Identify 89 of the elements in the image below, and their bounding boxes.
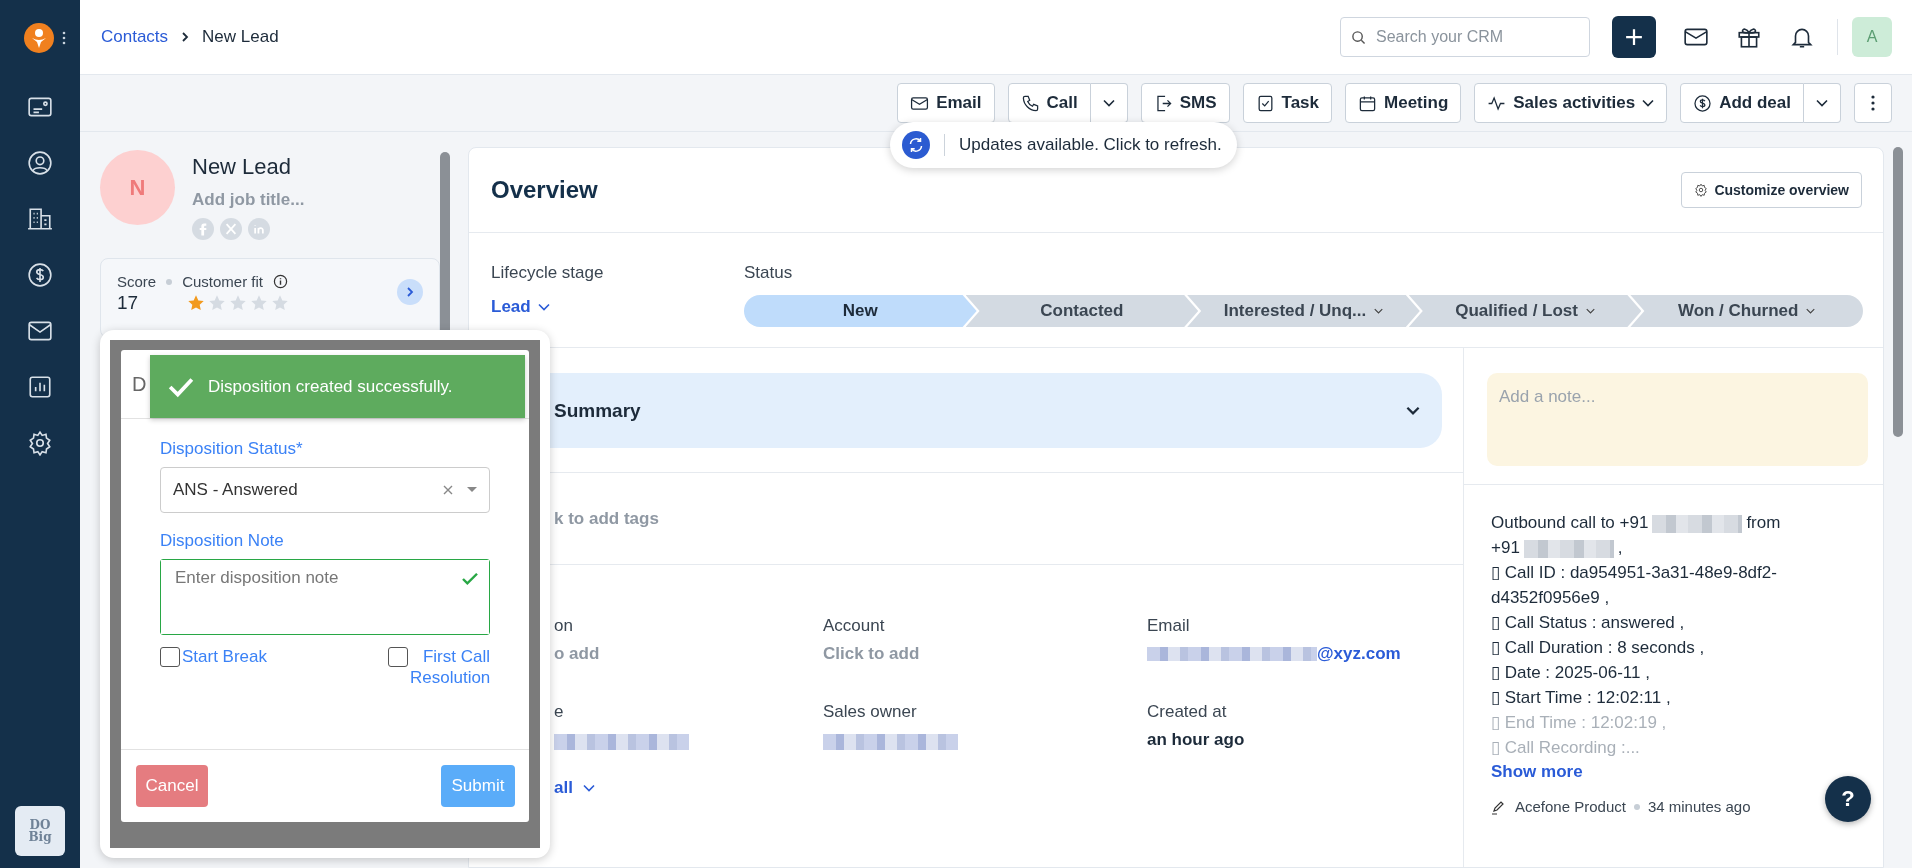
- dialog-title: D: [132, 372, 147, 396]
- field-value: an hour ago: [1147, 730, 1246, 750]
- field-label: on: [554, 616, 574, 636]
- status-step[interactable]: Won / Churned: [1630, 295, 1863, 327]
- score-label: Score: [117, 273, 157, 290]
- chevron-right-icon: [405, 286, 415, 298]
- settings-icon[interactable]: [27, 430, 53, 456]
- status-step[interactable]: Contacted: [965, 295, 1199, 327]
- contact-avatar: N: [100, 150, 175, 225]
- meeting-button[interactable]: Meeting: [1345, 83, 1462, 123]
- toast-text: Disposition created successfully.: [208, 376, 453, 397]
- field-label: Account: [823, 616, 886, 636]
- caret-icon: [1585, 308, 1595, 314]
- expand-button[interactable]: [397, 279, 423, 305]
- info-icon[interactable]: [273, 274, 289, 289]
- bar-chart-icon[interactable]: [27, 374, 53, 400]
- view-all-link[interactable]: all: [554, 778, 595, 798]
- star-icon: [208, 294, 226, 312]
- lifecycle-dropdown[interactable]: Lead: [491, 297, 550, 317]
- deal-button[interactable]: Add deal: [1680, 83, 1804, 123]
- show-more-link[interactable]: Show more: [1491, 762, 1583, 782]
- plus-icon: [1625, 28, 1643, 46]
- field-label: e: [554, 702, 565, 722]
- check-icon: [168, 375, 194, 398]
- activity-author: Acefone Product: [1515, 798, 1626, 815]
- logo-icon[interactable]: [24, 23, 54, 53]
- note-input[interactable]: Enter disposition note: [161, 560, 489, 634]
- caret-icon: [1374, 308, 1384, 314]
- caret-icon: [1806, 308, 1816, 314]
- building-icon[interactable]: [27, 206, 53, 232]
- call-button[interactable]: Call: [1007, 83, 1091, 123]
- refresh-icon: [902, 131, 930, 159]
- breadcrumb-current: New Lead: [202, 27, 279, 47]
- field-label: Created at: [1147, 702, 1228, 722]
- dropdown-icon[interactable]: [467, 487, 477, 493]
- customize-overview-button[interactable]: Customize overview: [1681, 172, 1862, 208]
- note-field[interactable]: Add a note...: [1487, 373, 1868, 466]
- star-icon: [229, 294, 247, 312]
- add-button[interactable]: [1612, 16, 1656, 58]
- settings-icon: [1694, 183, 1709, 197]
- status-step[interactable]: Interested / Unq...: [1187, 295, 1420, 327]
- field-label: Email: [1147, 616, 1191, 636]
- email-button[interactable]: Email: [897, 83, 995, 123]
- contact-name: New Lead: [192, 154, 293, 180]
- chevron-down-icon: [1406, 406, 1420, 415]
- checkbox[interactable]: [160, 647, 180, 667]
- caret-icon: [537, 303, 550, 311]
- calendar-icon: [1358, 93, 1378, 113]
- star-icon: [187, 294, 205, 312]
- task-button[interactable]: Task: [1242, 83, 1333, 123]
- dollar-icon[interactable]: [27, 262, 53, 288]
- score-value: 17: [117, 292, 140, 314]
- check-icon: [461, 572, 479, 586]
- user-icon[interactable]: [27, 150, 53, 176]
- status-select[interactable]: ANS - Answered: [160, 467, 490, 513]
- star-icon: [250, 294, 268, 312]
- search-icon: [1351, 29, 1366, 45]
- dollar-icon: [1693, 93, 1713, 113]
- kebab-icon[interactable]: [62, 31, 66, 45]
- scrollbar-thumb[interactable]: [1893, 147, 1903, 437]
- email-link[interactable]: @xyz.com: [1317, 644, 1401, 664]
- chevron-right-icon: [180, 32, 191, 42]
- overview-title: Overview: [491, 176, 598, 204]
- activities-button[interactable]: Sales activities: [1474, 83, 1668, 123]
- update-notice[interactable]: Updates available. Click to refresh.: [890, 122, 1237, 168]
- clear-icon[interactable]: [443, 485, 453, 495]
- field-label: Disposition Note: [160, 531, 285, 551]
- status-step[interactable]: New: [744, 295, 977, 327]
- checkbox-label[interactable]: Start Break: [182, 646, 268, 667]
- notice-text: Updates available. Click to refresh.: [959, 135, 1222, 155]
- activity-time: 34 minutes ago: [1647, 798, 1751, 815]
- sms-button[interactable]: SMS: [1140, 83, 1230, 123]
- breadcrumb-link[interactable]: Contacts: [101, 27, 169, 47]
- summary-panel[interactable]: Summary: [549, 373, 1442, 448]
- caret-icon: [582, 784, 595, 792]
- checkbox-label[interactable]: First Call Resolution: [410, 646, 490, 688]
- kebab-icon: [1871, 95, 1875, 111]
- checkbox[interactable]: [388, 647, 408, 667]
- lifecycle-label: Lifecycle stage: [491, 263, 605, 283]
- phone-icon: [1020, 93, 1040, 113]
- status-label: Status: [744, 263, 794, 283]
- field-label: Disposition Status*: [160, 439, 304, 459]
- activity-text: Outbound call to +91 from +91 , ▯ Call ID : da954951-3a31-48e9-8df2-d4352f0956e9 , ▯ Call Status : answered , ▯ Call Duration : 8 seconds , ▯ Date : 2025-06-11 , ▯ Start Time : 12:02:11 , ▯ End Time : 12:02:19 , ▯ Call Recording :...: [1491, 512, 1782, 759]
- status-step[interactable]: Qualified / Lost: [1408, 295, 1642, 327]
- field-label: Sales owner: [823, 702, 918, 722]
- customer-fit-label: Customer fit: [182, 273, 264, 290]
- star-icon: [271, 294, 289, 312]
- search-field[interactable]: Search your CRM: [1340, 17, 1590, 57]
- summary-title: Summary: [554, 399, 641, 422]
